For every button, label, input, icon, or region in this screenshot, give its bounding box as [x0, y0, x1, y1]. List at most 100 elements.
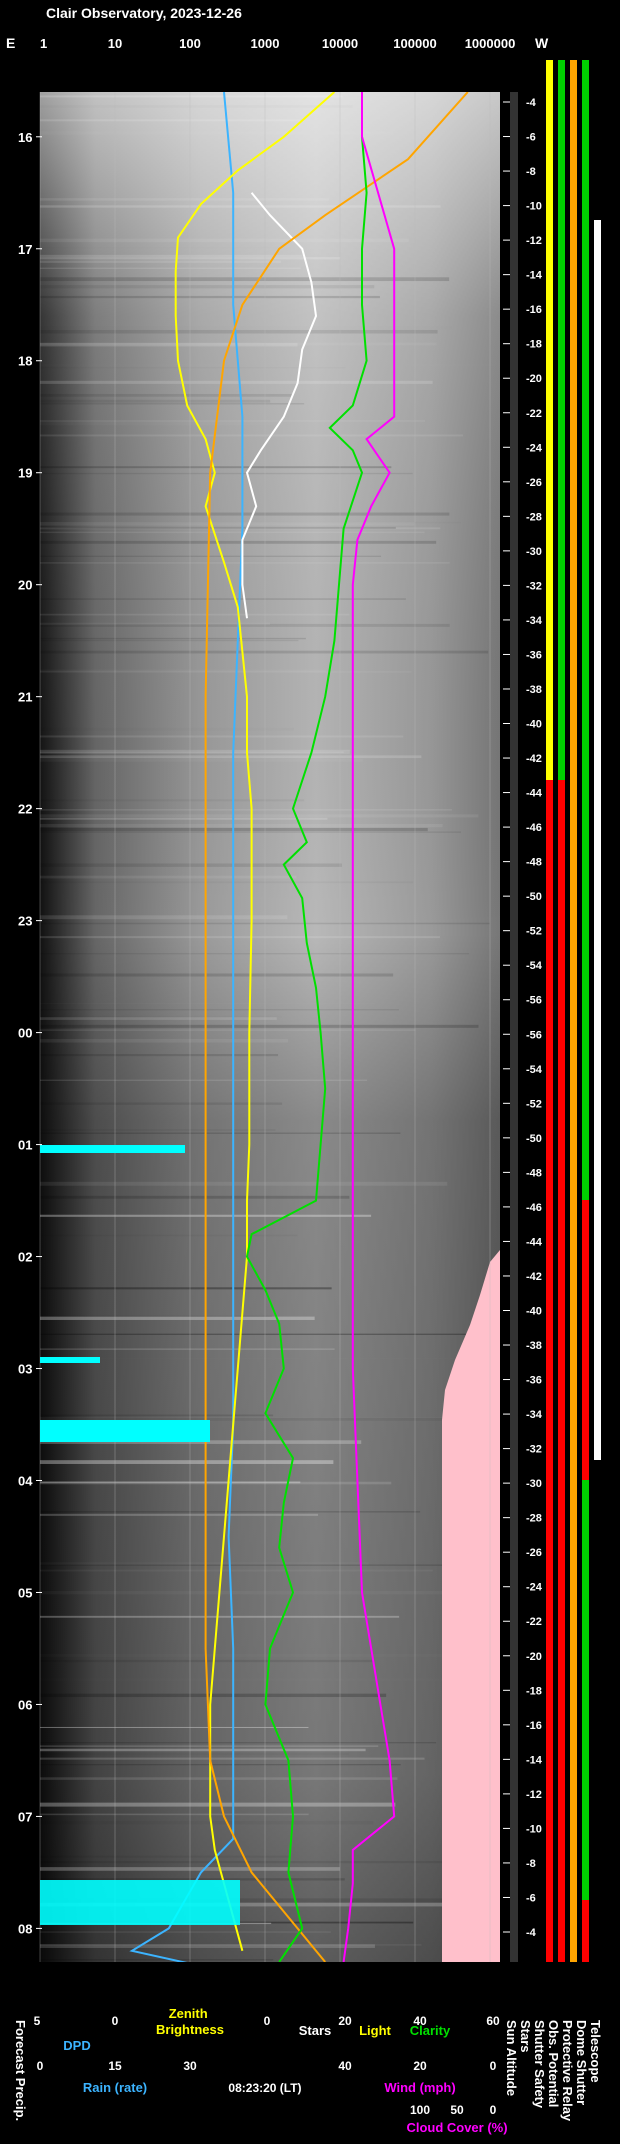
streak	[40, 531, 425, 534]
streak	[40, 295, 380, 299]
sun-altitude-label: -48	[526, 857, 542, 869]
sun-altitude-label: -44	[526, 1236, 543, 1248]
streak	[40, 613, 350, 616]
sun-altitude-label: -28	[526, 511, 542, 523]
streak	[40, 1102, 283, 1105]
sun-altitude-label: -10	[526, 1823, 542, 1835]
time-label-04: 04	[18, 1474, 33, 1489]
sun-altitude-label: -24	[526, 442, 543, 454]
sun-altitude-label: -52	[526, 926, 542, 938]
streak	[40, 1287, 332, 1290]
streak	[40, 329, 438, 334]
streak	[40, 1038, 289, 1043]
sun-altitude-label: -12	[526, 235, 542, 247]
streak	[40, 1129, 276, 1131]
time-label-00: 00	[18, 1026, 32, 1041]
streak	[40, 1678, 443, 1681]
streak	[40, 105, 353, 108]
streak	[40, 814, 479, 818]
streak	[40, 915, 288, 920]
streak	[40, 1764, 401, 1766]
stars-tick-20: 20	[338, 2014, 352, 2028]
light-label: Light	[359, 2023, 391, 2038]
dpd-label: DPD	[63, 2038, 90, 2053]
streak	[40, 277, 450, 282]
streak	[40, 637, 306, 640]
right-label-stars: Stars	[518, 2020, 533, 2053]
sun-altitude-label: -40	[526, 719, 542, 731]
sun-altitude-label: -50	[526, 891, 542, 903]
sun-altitude-label: -38	[526, 1340, 542, 1352]
streak	[40, 364, 494, 365]
streak	[40, 1024, 479, 1028]
streak	[40, 650, 489, 654]
streak	[40, 540, 437, 544]
shutter-safety-green	[558, 60, 565, 780]
top-tick-10000: 10000	[322, 36, 358, 51]
sun-altitude-label: -36	[526, 649, 542, 661]
time-label-20: 20	[18, 578, 32, 593]
streak	[40, 953, 470, 955]
streak	[40, 1777, 398, 1780]
streak	[40, 671, 412, 673]
streak	[40, 1348, 335, 1350]
streak	[40, 1726, 309, 1728]
time-label-22: 22	[18, 802, 32, 817]
streak	[40, 598, 406, 600]
streak	[40, 1195, 350, 1199]
time-label-07: 07	[18, 1809, 32, 1824]
sun-altitude-label: -28	[526, 1513, 542, 1525]
streak	[40, 803, 291, 806]
timestamp: 08:23:20 (LT)	[228, 2081, 301, 2095]
time-label-17: 17	[18, 242, 32, 257]
wind-tick-40: 40	[338, 2059, 352, 2073]
sun-altitude-label: -48	[526, 1167, 542, 1179]
sun-altitude-label: -4	[526, 1927, 537, 1939]
sun-altitude-label: -38	[526, 684, 542, 696]
sun-altitude-label: -20	[526, 373, 542, 385]
streak	[40, 639, 299, 642]
streak	[40, 466, 392, 469]
zenith-label: Zenith Brightness	[156, 2006, 224, 2037]
streak	[40, 817, 328, 820]
streak	[40, 875, 297, 879]
chart-title: Clair Observatory, 2023-12-26	[46, 5, 242, 21]
sun-altitude-label: -22	[526, 1616, 542, 1628]
observatory-chart: Clair Observatory, 2023-12-26 E W 1 10 100…	[6, 5, 603, 2135]
streak	[40, 285, 375, 289]
right-label-telescope: Telescope	[588, 2020, 603, 2083]
streak	[40, 1358, 484, 1360]
streak	[40, 1009, 399, 1011]
plot-area	[39, 92, 500, 1962]
sun-altitude-label: -32	[526, 1444, 542, 1456]
streak	[40, 247, 286, 249]
rain-band-2	[40, 1357, 100, 1363]
sun-altitude-label: -16	[526, 304, 542, 316]
streak	[40, 95, 343, 98]
streak	[40, 131, 394, 134]
rain-band-4	[40, 1880, 240, 1925]
sun-altitude-label: -32	[526, 580, 542, 592]
cloud-tick-50: 50	[450, 2103, 464, 2117]
zenith-label-line2: Brightness	[156, 2022, 224, 2037]
streak	[40, 809, 452, 811]
sun-altitude-label: -30	[526, 1478, 542, 1490]
top-tick-1: 1	[40, 36, 47, 51]
time-label-23: 23	[18, 914, 32, 929]
clarity-tick-40: 40	[413, 2014, 427, 2028]
clarity-tick-60: 60	[486, 2014, 500, 2028]
sun-altitude-label: -26	[526, 477, 542, 489]
sun-altitude-label: -46	[526, 1202, 542, 1214]
streak	[40, 521, 415, 526]
sun-altitude-label: -50	[526, 1133, 542, 1145]
right-label-shutter-safety: Shutter Safety	[532, 2020, 547, 2109]
sun-altitude-label: -12	[526, 1789, 542, 1801]
stars-label: Stars	[299, 2023, 332, 2038]
time-label-08: 08	[18, 1921, 32, 1936]
streak	[40, 119, 300, 122]
streak	[40, 1753, 349, 1755]
streak	[40, 1017, 277, 1020]
streak	[40, 472, 413, 475]
streak	[40, 1029, 416, 1031]
time-label-05: 05	[18, 1585, 32, 1600]
